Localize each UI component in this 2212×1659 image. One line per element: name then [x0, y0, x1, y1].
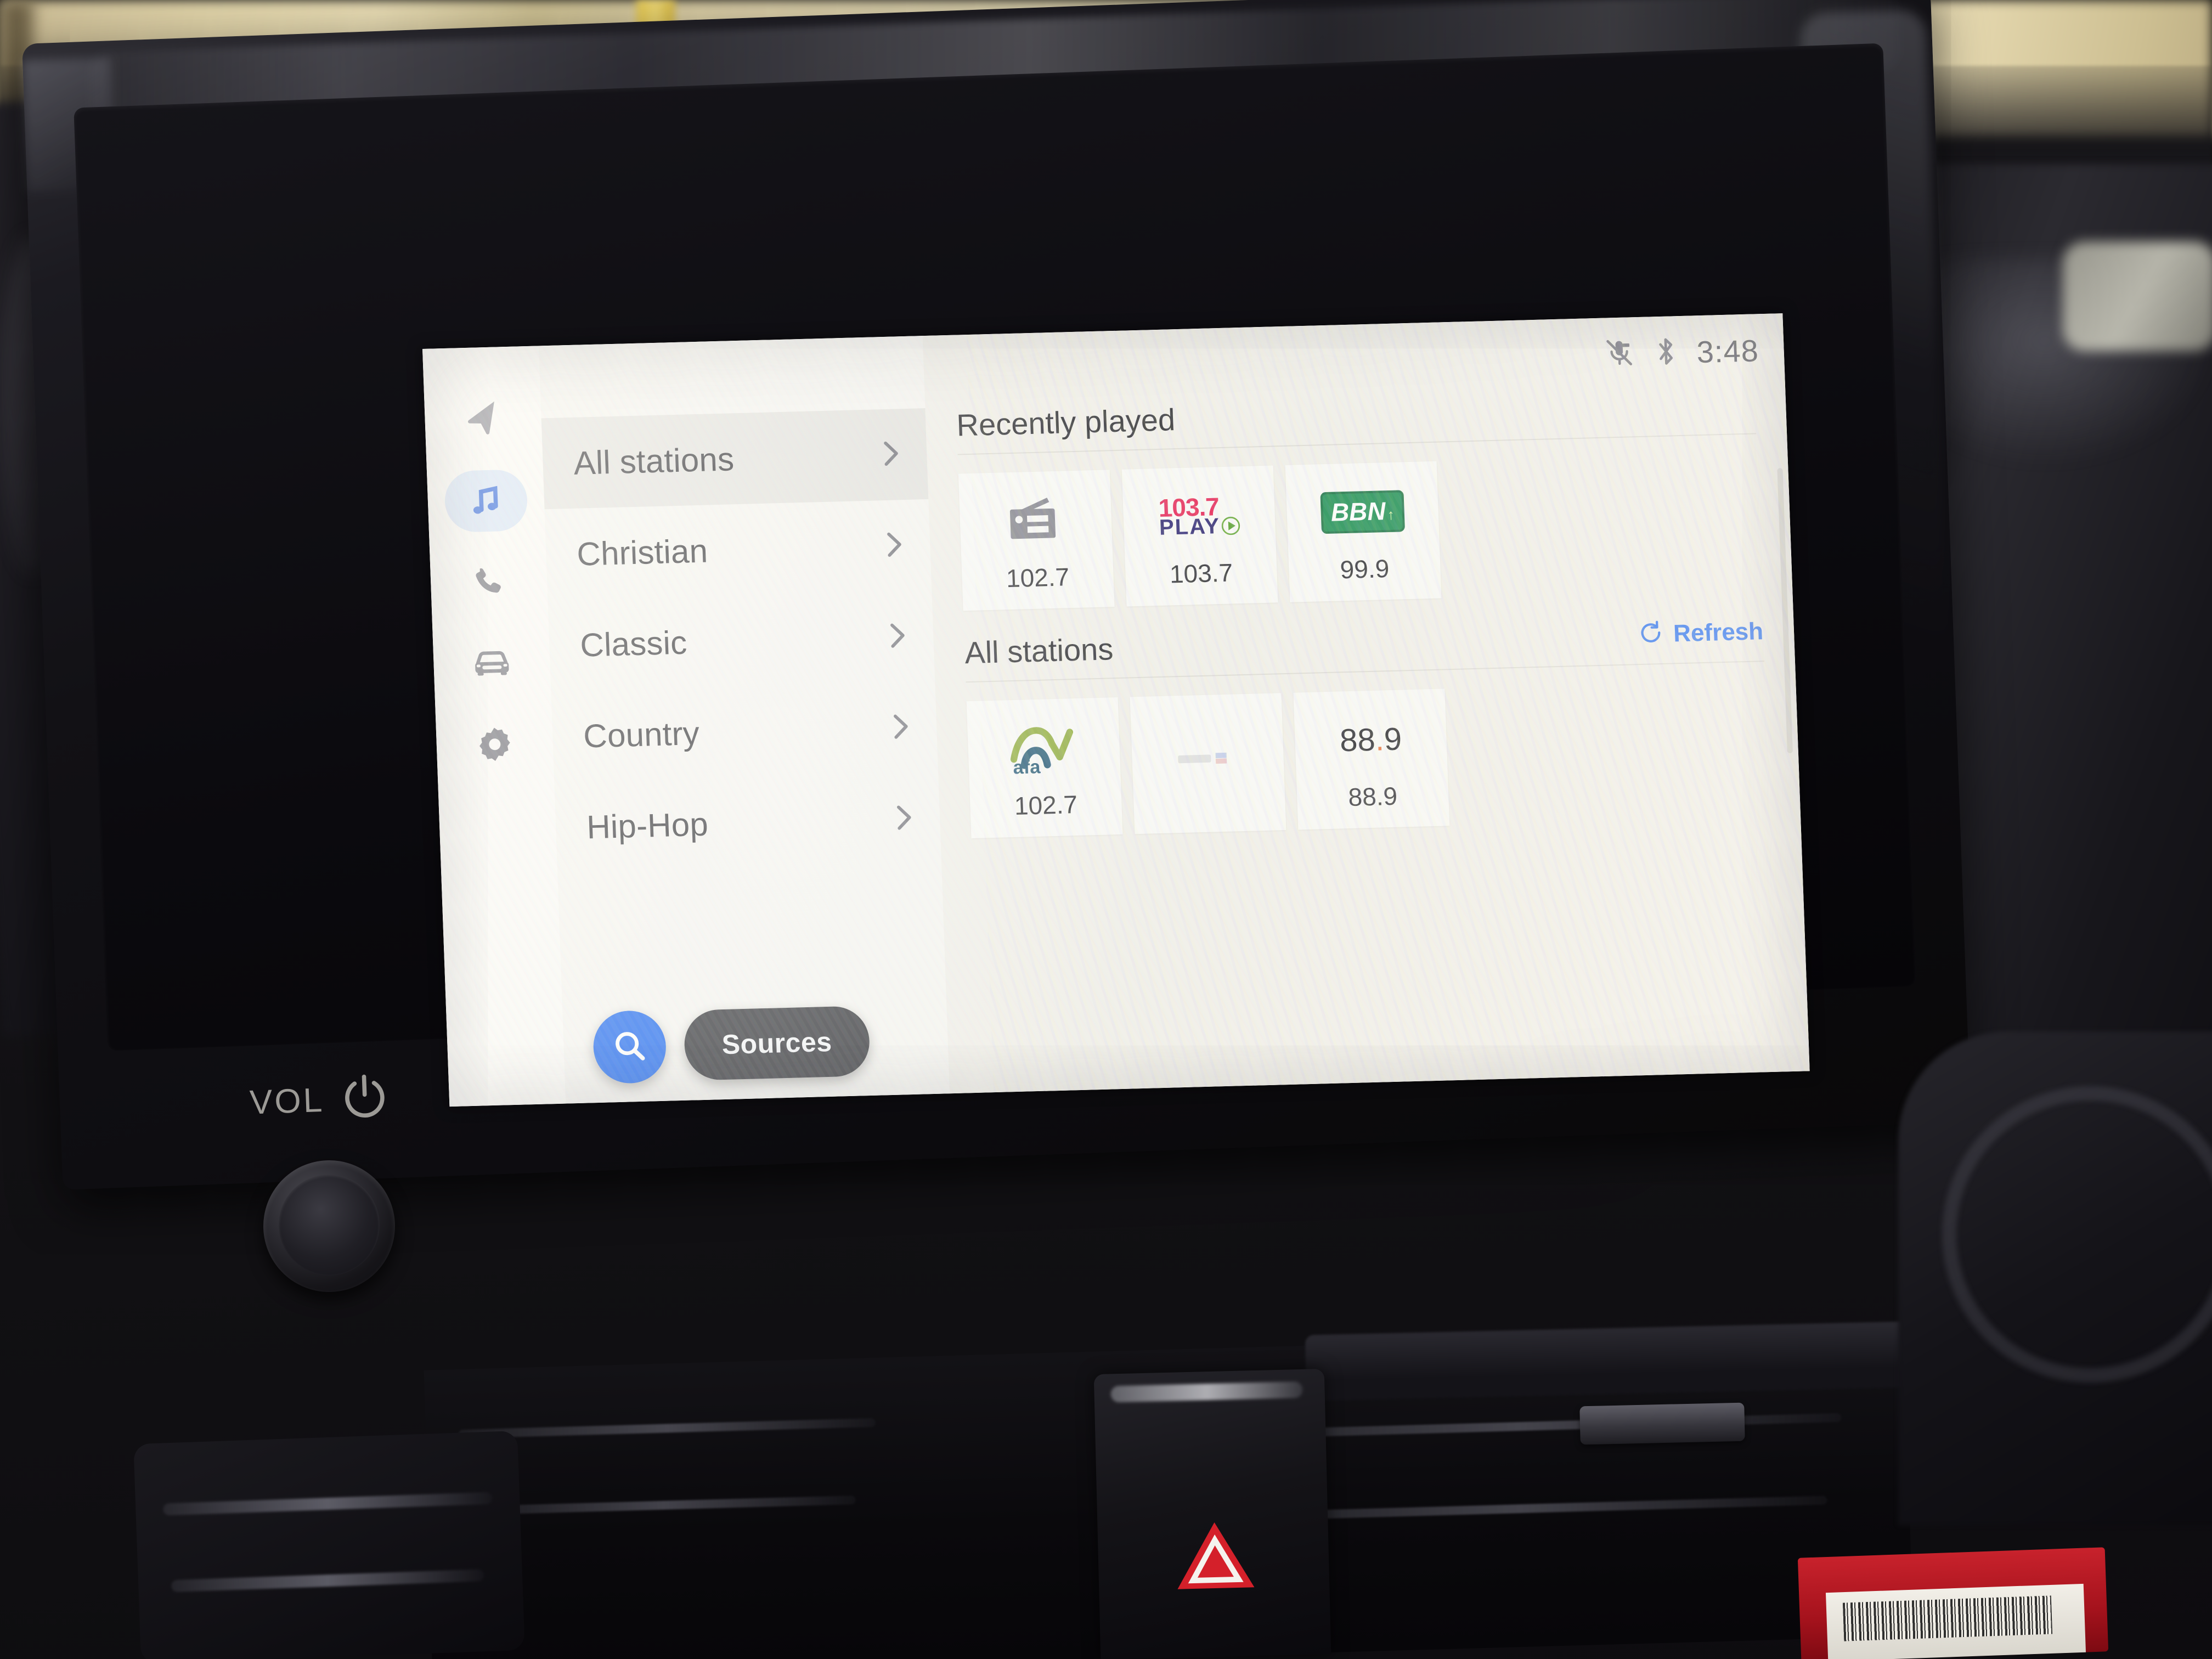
recently-played-tiles: 102.7 103.7 PLAY 103.7 BBN ↑ 99.9 [958, 453, 1762, 611]
generic-radio-icon [1004, 487, 1068, 554]
category-row-christian[interactable]: Christian [545, 499, 932, 600]
hazard-triangle-icon [1173, 1519, 1257, 1592]
station-tile[interactable]: 102.7 [958, 470, 1115, 611]
bluetooth-icon [1654, 335, 1679, 370]
console-silver-trim [1579, 1402, 1745, 1445]
station-tile[interactable] [1130, 693, 1286, 834]
navigation-arrow-icon [462, 399, 504, 441]
category-label: Hip-Hop [586, 805, 709, 845]
category-row-country[interactable]: Country [551, 681, 938, 782]
station-frequency: 88.9 [1347, 781, 1398, 812]
chevron-right-icon [884, 531, 904, 561]
barcode-sticker [1842, 1595, 2053, 1641]
breadcrumb: Radio • FM Radio [923, 348, 1146, 401]
car-front-icon [470, 641, 514, 685]
station-frequency: 103.7 [1169, 558, 1234, 589]
all-stations-tiles: afa 102.7 88 . 9 88.9 [966, 680, 1770, 839]
phone-handset-icon [469, 562, 509, 602]
volume-label: VOL [249, 1081, 325, 1122]
station-tile[interactable]: 103.7 PLAY 103.7 [1121, 465, 1278, 607]
refresh-icon [1638, 620, 1664, 648]
station-tile[interactable]: afa 102.7 [966, 697, 1123, 839]
bbn-logo: BBN ↑ [1320, 478, 1406, 545]
gear-icon [475, 724, 516, 765]
all-stations-header: All stations Refresh [964, 614, 1764, 683]
chevron-right-icon [894, 804, 914, 833]
station-frequency: 102.7 [1013, 790, 1078, 820]
sidebar-item-navigation[interactable] [441, 388, 526, 452]
category-label: Country [583, 714, 701, 755]
action-bar: Sources [592, 1005, 871, 1085]
hazard-button-housing[interactable] [1093, 1368, 1331, 1659]
sidebar-item-media[interactable] [444, 469, 528, 533]
station-frequency: 102.7 [1006, 562, 1070, 593]
section-title: Recently played [956, 402, 1176, 443]
right-window-reflection [2063, 241, 2212, 351]
station-frequency: 99.9 [1339, 554, 1390, 584]
category-label: All stations [573, 440, 735, 482]
infotainment-display[interactable]: All stations Christian Classic Country H… [422, 313, 1810, 1107]
category-list: All stations Christian Classic Country H… [538, 336, 950, 1104]
chevron-right-icon [888, 622, 907, 652]
sidebar-item-settings[interactable] [453, 713, 537, 776]
clock: 3:48 [1696, 332, 1759, 369]
play-1037-logo: 103.7 PLAY [1158, 483, 1240, 550]
search-button[interactable] [592, 1009, 668, 1085]
search-icon [611, 1027, 649, 1067]
dashboard-scene: All stations Christian Classic Country H… [0, 0, 2212, 1659]
afa-arc-logo: afa [1007, 715, 1081, 781]
volume-power-label: VOL [249, 1070, 392, 1130]
left-vent [133, 1430, 525, 1659]
category-label: Classic [579, 624, 688, 664]
microphone-muted-icon [1603, 336, 1636, 371]
section-title: All stations [964, 631, 1114, 670]
sources-button[interactable]: Sources [683, 1006, 871, 1081]
sidebar-item-phone[interactable] [447, 550, 531, 614]
chevron-right-icon [891, 713, 911, 742]
status-bar: 3:48 [1603, 332, 1759, 372]
faint-station-logo [1174, 725, 1242, 792]
category-row-classic[interactable]: Classic [548, 590, 935, 691]
889-text-logo: 88. 9 [1339, 721, 1403, 758]
svg-text:afa: afa [1013, 757, 1041, 775]
chevron-right-icon [881, 440, 901, 470]
station-tile[interactable]: BBN ↑ 99.9 [1285, 461, 1442, 602]
panel-body: Recently played 102.7 103.7 PLAY 103.7 B… [925, 386, 1809, 1093]
refresh-label: Refresh [1673, 617, 1764, 647]
refresh-button[interactable]: Refresh [1638, 617, 1764, 653]
category-row-all-stations[interactable]: All stations [541, 408, 929, 510]
station-tile[interactable]: 88. 9 88.9 [1293, 689, 1450, 830]
music-note-icon [466, 481, 506, 521]
category-row-hip-hop[interactable]: Hip-Hop [554, 772, 941, 873]
power-icon[interactable] [337, 1070, 392, 1127]
category-label: Christian [576, 532, 709, 573]
sidebar-item-vehicle[interactable] [450, 631, 534, 695]
content-panel: Radio • FM Radio [922, 313, 1810, 1094]
